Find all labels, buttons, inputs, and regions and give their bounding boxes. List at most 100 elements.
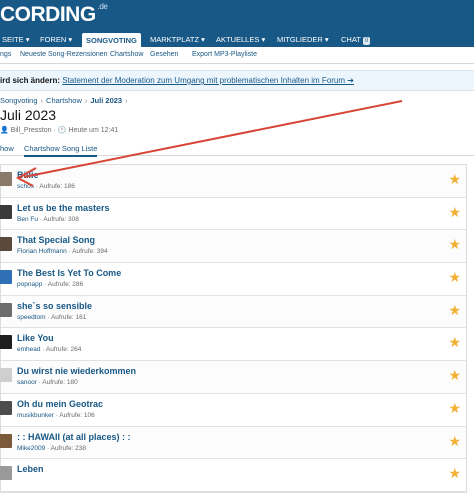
song-row[interactable]: The Best Is Yet To Come popnapp · Aufrufe… bbox=[0, 263, 466, 296]
song-meta: sanoor · Aufrufe: 180 bbox=[17, 379, 78, 387]
song-title[interactable]: Billie bbox=[17, 170, 39, 180]
song-row[interactable]: Oh du mein Geotrac musikbunker · Aufrufe:… bbox=[0, 393, 466, 427]
nav-tab-aktuelles[interactable]: AKTUELLES ▾ bbox=[212, 32, 269, 47]
star-icon[interactable]: ★ bbox=[448, 434, 461, 448]
subnav-item-gesehen[interactable]: Gesehen bbox=[150, 51, 178, 58]
song-views: Aufrufe: 308 bbox=[43, 215, 79, 223]
site-logo[interactable]: CORDING .de bbox=[0, 2, 108, 27]
song-user[interactable]: speedtom bbox=[17, 314, 46, 321]
song-title[interactable]: she`s so sensible bbox=[17, 301, 92, 311]
song-thumbnail[interactable] bbox=[0, 172, 12, 186]
song-user[interactable]: sanoor bbox=[17, 379, 37, 386]
song-meta: schos · Aufrufe: 186 bbox=[17, 183, 75, 190]
star-icon[interactable]: ★ bbox=[448, 303, 461, 317]
song-meta: speedtom · Aufrufe: 161 bbox=[17, 313, 87, 321]
breadcrumb-current[interactable]: Juli 2023 bbox=[90, 96, 122, 105]
song-title[interactable]: Let us be the masters bbox=[17, 203, 110, 213]
song-thumbnail[interactable] bbox=[0, 466, 12, 481]
song-user[interactable]: schos bbox=[17, 183, 34, 190]
song-views: Aufrufe: 394 bbox=[72, 248, 108, 256]
star-icon[interactable]: ★ bbox=[448, 466, 461, 480]
song-row[interactable]: Billie schos · Aufrufe: 186 ★ bbox=[0, 165, 466, 198]
tab-chartshow[interactable]: how bbox=[0, 144, 14, 153]
song-thumbnail[interactable] bbox=[0, 237, 12, 252]
breadcrumb: Songvoting › Chartshow › Juli 2023 › bbox=[0, 96, 128, 105]
song-views: Aufrufe: 286 bbox=[47, 281, 84, 289]
song-thumbnail[interactable] bbox=[0, 204, 12, 219]
page-title: Juli 2023 bbox=[0, 107, 57, 123]
song-title[interactable]: That Special Song bbox=[17, 235, 95, 245]
song-thumbnail[interactable] bbox=[0, 270, 12, 285]
star-icon[interactable]: ★ bbox=[448, 335, 461, 349]
breadcrumb-chartshow[interactable]: Chartshow bbox=[46, 96, 82, 105]
song-views: Aufrufe: 161 bbox=[50, 313, 87, 321]
song-meta: Mike2009 · Aufrufe: 238 bbox=[17, 444, 87, 452]
content-tabs: how Chartshow Song Liste bbox=[0, 141, 474, 157]
star-icon[interactable]: ★ bbox=[448, 205, 461, 219]
song-title[interactable]: Leben bbox=[17, 464, 44, 474]
song-meta: popnapp · Aufrufe: 286 bbox=[17, 281, 84, 289]
subnav-item-export[interactable]: Export MP3-Playliste bbox=[192, 51, 257, 58]
thread-meta: 👤 Bill_Presston · 🕐 Heute um 12:41 bbox=[0, 127, 119, 134]
song-title[interactable]: Oh du mein Geotrac bbox=[17, 399, 103, 409]
song-views: Aufrufe: 264 bbox=[45, 346, 82, 354]
star-icon[interactable]: ★ bbox=[448, 270, 461, 284]
song-thumbnail[interactable] bbox=[0, 400, 12, 415]
song-meta: emhead · Aufrufe: 264 bbox=[17, 346, 82, 354]
song-user[interactable]: Mike2009 bbox=[17, 445, 45, 452]
moderation-notice: ird sich ändern: Statement der Moderatio… bbox=[0, 70, 474, 91]
song-row[interactable]: Leben ★ bbox=[0, 459, 466, 492]
song-user[interactable]: emhead bbox=[17, 346, 41, 353]
song-meta: Florian Hoffmann · Aufrufe: 394 bbox=[17, 248, 108, 256]
song-user[interactable]: popnapp bbox=[17, 281, 42, 288]
site-header: CORDING .de bbox=[0, 0, 474, 32]
song-views: Aufrufe: 106 bbox=[59, 411, 95, 419]
star-icon[interactable]: ★ bbox=[448, 368, 461, 382]
author-link[interactable]: Bill_Presston bbox=[11, 127, 52, 134]
nav-tab-mitglieder[interactable]: MITGLIEDER ▾ bbox=[273, 32, 333, 47]
main-nav: SEITE ▾ FOREN ▾ SONGVOTING MARKTPLATZ ▾ … bbox=[0, 32, 474, 47]
song-title[interactable]: The Best Is Yet To Come bbox=[17, 268, 121, 278]
sub-nav: ngs Neueste Song-Rezensionen Chartshow G… bbox=[0, 47, 474, 64]
song-user[interactable]: Ben Fu bbox=[17, 216, 38, 223]
subnav-item-chartshow[interactable]: Chartshow bbox=[110, 51, 143, 58]
breadcrumb-songvoting[interactable]: Songvoting bbox=[0, 96, 38, 105]
subnav-item-songs[interactable]: ngs bbox=[0, 51, 11, 58]
song-row[interactable]: she`s so sensible speedtom · Aufrufe: 161… bbox=[0, 295, 466, 329]
song-user[interactable]: Florian Hoffmann bbox=[17, 248, 67, 255]
song-views: Aufrufe: 186 bbox=[39, 183, 75, 190]
notice-link[interactable]: Statement der Moderation zum Umgang mit … bbox=[62, 76, 354, 85]
song-title[interactable]: Like You bbox=[17, 333, 54, 343]
song-title[interactable]: Du wirst nie wiederkommen bbox=[17, 366, 136, 376]
song-row[interactable]: Let us be the masters Ben Fu · Aufrufe: 3… bbox=[0, 197, 466, 231]
star-icon[interactable]: ★ bbox=[448, 401, 461, 415]
song-thumbnail[interactable] bbox=[0, 433, 12, 448]
star-icon[interactable]: ★ bbox=[448, 172, 461, 186]
star-icon[interactable]: ★ bbox=[448, 237, 461, 251]
song-row[interactable]: : : HAWAII (at all places) : : Mike2009 ·… bbox=[0, 426, 466, 460]
nav-tab-marktplatz[interactable]: MARKTPLATZ ▾ bbox=[146, 32, 209, 47]
song-row[interactable]: Du wirst nie wiederkommen sanoor · Aufruf… bbox=[0, 361, 466, 394]
song-thumbnail[interactable] bbox=[0, 302, 12, 317]
song-title[interactable]: : : HAWAII (at all places) : : bbox=[17, 432, 131, 442]
user-icon: 👤 bbox=[0, 127, 9, 134]
song-row[interactable]: That Special Song Florian Hoffmann · Aufr… bbox=[0, 230, 466, 264]
clock-icon: 🕐 bbox=[57, 127, 67, 134]
song-row[interactable]: Like You emhead · Aufrufe: 264 ★ bbox=[0, 328, 466, 362]
song-user[interactable]: musikbunker bbox=[17, 412, 54, 419]
notice-prefix: ird sich ändern: bbox=[0, 76, 61, 85]
nav-tab-songvoting[interactable]: SONGVOTING bbox=[82, 33, 141, 47]
song-thumbnail[interactable] bbox=[0, 335, 12, 350]
song-meta: musikbunker · Aufrufe: 106 bbox=[17, 411, 95, 419]
nav-tab-chat[interactable]: CHAT 0 bbox=[337, 32, 374, 47]
song-views: Aufrufe: 180 bbox=[42, 379, 78, 387]
song-views: Aufrufe: 238 bbox=[50, 444, 87, 452]
tab-chartshow-song-liste[interactable]: Chartshow Song Liste bbox=[24, 144, 98, 157]
nav-tab-seite[interactable]: SEITE ▾ bbox=[0, 32, 34, 47]
chat-count-badge: 0 bbox=[362, 37, 371, 45]
song-thumbnail[interactable] bbox=[0, 368, 12, 383]
nav-tab-foren[interactable]: FOREN ▾ bbox=[36, 32, 76, 47]
subnav-item-reviews[interactable]: Neueste Song-Rezensionen bbox=[20, 51, 108, 58]
song-list: Billie schos · Aufrufe: 186 ★ Let us be the… bbox=[0, 164, 467, 493]
song-meta: Ben Fu · Aufrufe: 308 bbox=[17, 215, 79, 223]
